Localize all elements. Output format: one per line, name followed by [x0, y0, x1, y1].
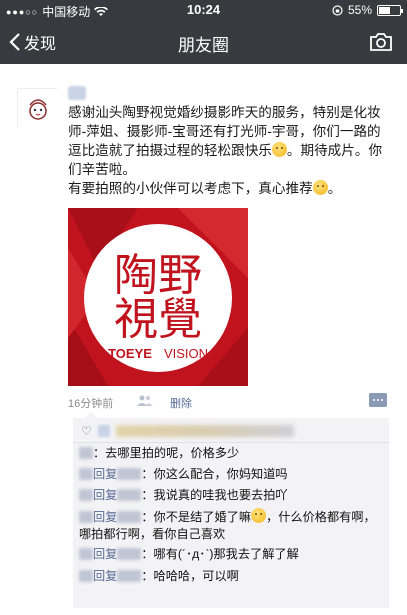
post-text-line3: 有要拍照的小伙伴可以考虑下，真心推荐 — [68, 181, 313, 196]
logo-cn-line2: 視覺 — [114, 294, 202, 345]
commenter-blurred[interactable] — [79, 447, 93, 459]
reply-label: 回复 — [93, 547, 118, 561]
wink-emoji-icon — [251, 508, 267, 523]
smile-emoji-icon — [312, 180, 328, 195]
comment-item[interactable]: 回复 ：你这么配合，你妈知道吗 — [79, 466, 385, 483]
commenter-blurred[interactable] — [79, 468, 93, 480]
battery-icon — [377, 4, 403, 16]
reply-label: 回复 — [93, 467, 118, 481]
logo-en-left: TOEYE — [108, 346, 152, 361]
orientation-lock-icon — [332, 4, 343, 16]
toeye-vision-logo: 陶野 視覺 TOEYE VISION — [68, 208, 248, 386]
comment-text: ：去哪里拍的呢，价格多少 — [93, 446, 240, 460]
reply-label: 回复 — [93, 488, 118, 502]
comment-item[interactable]: ：去哪里拍的呢，价格多少 — [79, 445, 385, 462]
comment-item[interactable]: 回复 ：你不是结了婚了嘛 ，什么价格都有啊，哪拍都行啊，看你自己喜欢 — [79, 508, 385, 543]
divider — [73, 442, 389, 443]
reply-label: 回复 — [93, 569, 118, 583]
post-text: 感谢汕头陶野视觉婚纱摄影昨天的服务，特别是化妆师-萍姐、摄影师-宝哥还有打光师-… — [68, 103, 388, 198]
likes-row: ♡ — [81, 424, 294, 438]
page-title: 朋友圈 — [178, 36, 229, 55]
comment-item[interactable]: 回复 ：哪有(´･д･`)那我去了解了解 — [79, 546, 385, 563]
username-blurred[interactable] — [68, 86, 86, 100]
comment-text: ：你不是结了婚了嘛 — [141, 510, 252, 524]
commenter-blurred[interactable] — [79, 511, 93, 523]
liker-blurred[interactable] — [97, 425, 110, 437]
avatar-image — [18, 89, 58, 129]
commenter-blurred[interactable] — [79, 548, 93, 560]
post-image[interactable]: 陶野 視覺 TOEYE VISION — [68, 208, 248, 386]
status-bar: ●●●○○ 中国移动 10:24 55% — [0, 0, 407, 20]
logo-en-right: VISION — [164, 346, 208, 361]
people-icon — [137, 395, 153, 406]
nav-bar: 发现 朋友圈 — [0, 20, 407, 64]
grin-emoji-icon — [271, 142, 287, 157]
reply-target-blurred[interactable] — [117, 570, 142, 582]
camera-icon[interactable] — [369, 31, 393, 53]
reply-target-blurred[interactable] — [117, 468, 142, 480]
comment-item[interactable]: 回复 ：哈哈哈，可以啊 — [79, 568, 385, 585]
reply-target-blurred[interactable] — [117, 489, 142, 501]
comment-text: ：哪有(´･д･`)那我去了解了解 — [141, 547, 299, 561]
comment-text: ：哈哈哈，可以啊 — [141, 569, 239, 583]
commenter-blurred[interactable] — [79, 570, 93, 582]
post-text-line4: 。 — [327, 181, 342, 196]
battery-percent: 55% — [347, 3, 372, 17]
reply-target-blurred[interactable] — [117, 511, 142, 523]
commenter-blurred[interactable] — [79, 489, 93, 501]
delete-link[interactable]: 删除 — [170, 395, 192, 411]
reply-target-blurred[interactable] — [117, 548, 142, 560]
comment-text: ：你这么配合，你妈知道吗 — [141, 467, 288, 481]
comment-item[interactable]: 回复 ：我说真的哇我也要去拍吖 — [79, 487, 385, 504]
likers-blurred[interactable] — [115, 425, 294, 437]
comments-box: ♡ ：去哪里拍的呢，价格多少 回复 ：你这么配合，你妈知道吗 回复 ：我说真的哇我也… — [73, 412, 389, 608]
comment-menu-button[interactable] — [369, 393, 387, 407]
avatar[interactable] — [17, 88, 58, 129]
reply-label: 回复 — [93, 510, 118, 524]
comment-text: ：我说真的哇我也要去拍吖 — [141, 488, 288, 502]
post-time: 16分钟前 — [68, 398, 114, 410]
heart-icon: ♡ — [81, 424, 92, 438]
